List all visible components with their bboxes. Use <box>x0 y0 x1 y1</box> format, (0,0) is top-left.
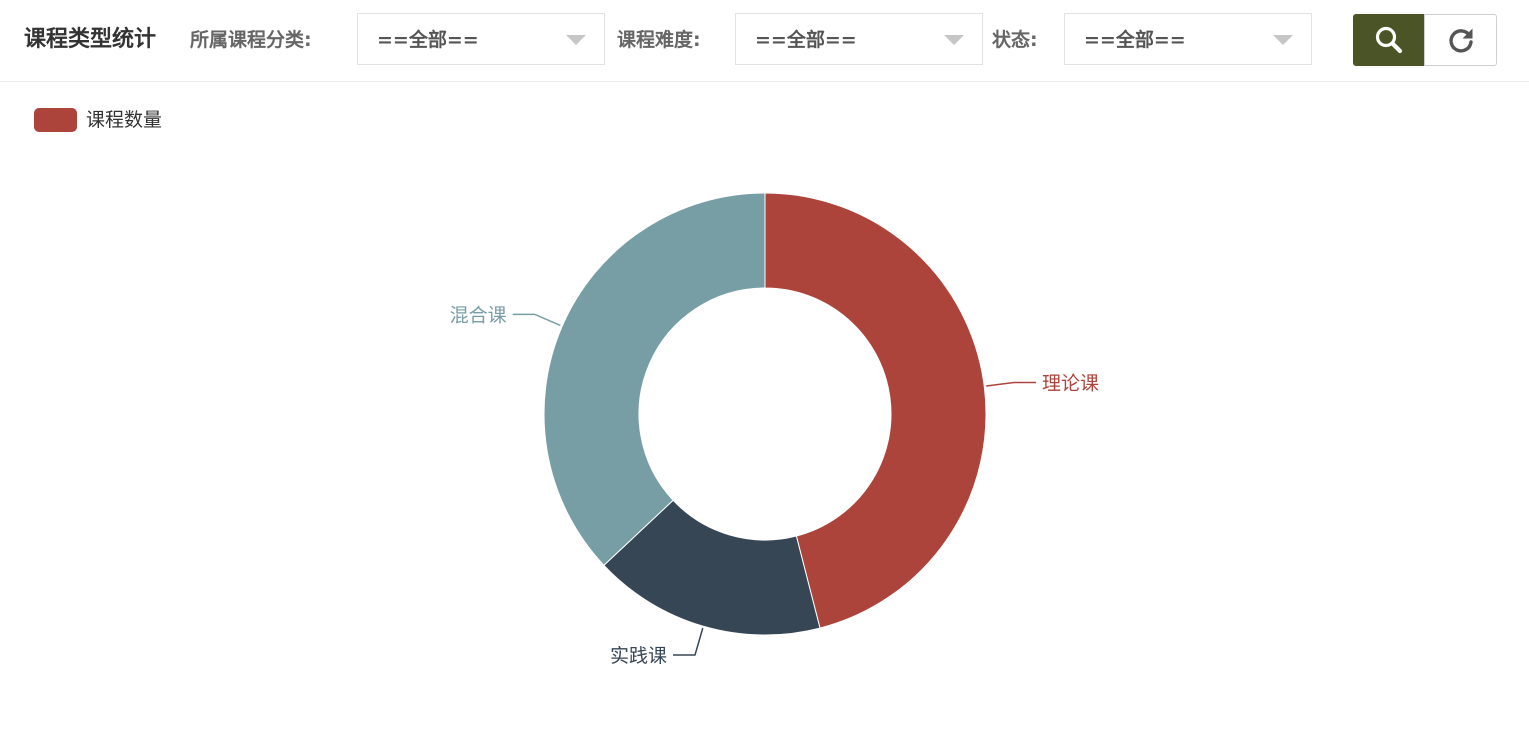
difficulty-select[interactable]: ==全部== <box>735 13 983 65</box>
label-line <box>986 381 1037 387</box>
chevron-down-icon <box>566 35 586 45</box>
legend-label: 课程数量 <box>86 109 163 131</box>
label-line <box>672 627 704 656</box>
category-select-value: ==全部== <box>377 29 479 51</box>
slice-label: 理论课 <box>1042 373 1099 395</box>
donut-chart: 理论课实践课 混合课 <box>450 192 1099 667</box>
legend-item-course-count[interactable]: 课程数量 <box>34 107 162 133</box>
slice-label: 混合课 <box>450 304 507 326</box>
status-select-value: ==全部== <box>1084 29 1186 51</box>
toolbar: 课程类型统计 所属课程分类: ==全部== 课程难度: ==全部== 状态: =… <box>0 0 1529 82</box>
label-line <box>512 313 561 327</box>
chevron-down-icon <box>944 35 964 45</box>
pie-slice[interactable] <box>543 192 766 566</box>
filter-label-difficulty: 课程难度: <box>617 29 701 51</box>
status-select[interactable]: ==全部== <box>1064 13 1312 65</box>
difficulty-select-value: ==全部== <box>755 29 857 51</box>
search-icon <box>1375 26 1403 54</box>
category-select[interactable]: ==全部== <box>357 13 605 65</box>
chevron-down-icon <box>1273 35 1293 45</box>
filter-label-status: 状态: <box>992 29 1038 51</box>
filter-label-category: 所属课程分类: <box>190 29 312 51</box>
page-title: 课程类型统计 <box>24 27 157 52</box>
refresh-icon <box>1448 28 1473 53</box>
legend-swatch <box>34 108 77 132</box>
search-button[interactable] <box>1353 14 1425 66</box>
refresh-button[interactable] <box>1424 14 1497 66</box>
slice-label: 实践课 <box>610 645 667 667</box>
